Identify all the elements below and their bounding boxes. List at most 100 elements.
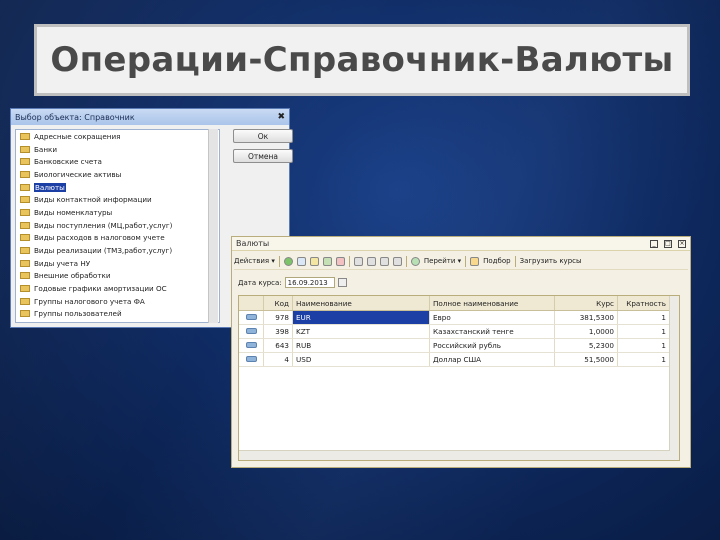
add-group-icon[interactable] [309,256,319,266]
window-titlebar: Валюты _ □ × [232,237,690,251]
column-header-multiplicity[interactable]: Кратность [617,296,670,311]
catalog-item[interactable]: Виды поступления (МЦ,работ,услуг) [16,219,219,232]
catalog-item-label: Биологические активы [34,169,122,179]
column-header-full-name[interactable]: Полное наименование [429,296,555,311]
close-icon[interactable]: × [678,239,686,248]
table-row[interactable]: 978 EUR Евро 381,5300 1 [239,310,670,325]
slide-title: Операции-Справочник-Валюты [50,40,674,80]
cell-multiplicity: 1 [617,324,670,339]
catalog-item[interactable]: Биологические активы [16,168,219,181]
cell-code: 4 [263,352,293,367]
cell-full-name: Евро [429,310,555,325]
folder-icon [20,132,30,140]
cell-rate: 5,2300 [554,338,618,353]
folder-icon [20,234,30,242]
catalog-item-selected[interactable]: Валюты [16,181,219,194]
delete-icon[interactable] [335,256,345,266]
catalog-item-label: Валюты [34,182,66,192]
row-marker-icon [239,324,264,339]
catalog-item-label: Виды контактной информации [34,195,152,205]
calendar-icon[interactable] [337,278,347,287]
cell-full-name: Российский рубль [429,338,555,353]
rate-date-field[interactable]: 16.09.2013 [284,277,335,288]
table-header: Код Наименование Полное наименование Кур… [239,296,670,311]
catalog-item-label: Банковские счета [34,157,102,167]
cell-rate: 1,0000 [554,324,618,339]
cell-multiplicity: 1 [617,352,670,367]
goto-menu[interactable]: Перейти ▾ [424,257,461,265]
cancel-button[interactable]: Отмена [233,149,293,163]
table-row[interactable]: 398 KZT Казахстанский тенге 1,0000 1 [239,324,670,339]
close-icon[interactable]: ✖ [277,112,285,122]
cell-full-name: Казахстанский тенге [429,324,555,339]
folder-icon [20,285,30,293]
column-header-name[interactable]: Наименование [292,296,430,311]
toolbar: Действия ▾ Перейти ▾ Подбор Загрузить ку… [234,253,688,270]
cell-rate: 51,5000 [554,352,618,367]
catalog-item[interactable]: Виды расходов в налоговом учете [16,232,219,245]
edit-icon[interactable] [322,256,332,266]
table-row[interactable]: 4 USD Доллар США 51,5000 1 [239,352,670,367]
folder-icon [20,310,30,318]
folder-icon [20,208,30,216]
catalog-tree: Адресные сокращения Банки Банковские сче… [15,129,220,323]
catalog-item[interactable]: Виды реализации (ТМЗ,работ,услуг) [16,244,219,257]
column-header-rate[interactable]: Курс [554,296,618,311]
catalog-item-label: Виды поступления (МЦ,работ,услуг) [34,220,173,230]
cell-code: 643 [263,338,293,353]
folder-icon [20,221,30,229]
column-header-code[interactable]: Код [263,296,293,311]
select-button[interactable]: Подбор [483,257,510,265]
slide-title-box: Операции-Справочник-Валюты [34,24,690,96]
catalog-item[interactable]: Банковские счета [16,155,219,168]
marker-column-header [239,296,264,311]
cell-full-name: Доллар США [429,352,555,367]
cell-multiplicity: 1 [617,310,670,325]
maximize-icon[interactable]: □ [664,239,672,248]
tree-scrollbar[interactable] [208,129,218,323]
catalog-item[interactable]: Банки [16,143,219,156]
folder-icon [20,297,30,305]
filter-icon[interactable] [366,256,376,266]
row-marker-icon [239,352,264,367]
rate-date-label: Дата курса: [238,278,282,287]
catalog-item-label: Адресные сокращения [34,131,121,141]
cell-code: 398 [263,324,293,339]
catalog-item[interactable]: Группы пользователей [16,308,219,321]
add-icon[interactable] [283,256,293,266]
catalog-item[interactable]: Адресные сокращения [16,130,219,143]
minimize-icon[interactable]: _ [650,239,658,248]
refresh-icon[interactable] [410,256,420,266]
catalog-item-label: Внешние обработки [34,271,111,281]
toolbar-separator [514,255,516,267]
row-marker-icon [239,310,264,325]
table-horizontal-scrollbar[interactable] [239,450,670,460]
catalog-item[interactable]: Виды контактной информации [16,193,219,206]
catalog-item[interactable]: Годовые графики амортизации ОС [16,282,219,295]
cell-name: USD [292,352,430,367]
catalog-item-label: Группы налогового учета ФА [34,296,145,306]
ok-button[interactable]: Ок [233,129,293,143]
folder-icon [20,145,30,153]
cell-multiplicity: 1 [617,338,670,353]
table-row[interactable]: 643 RUB Российский рубль 5,2300 1 [239,338,670,353]
window-controls: _ □ × [650,239,686,248]
actions-menu[interactable]: Действия ▾ [234,257,275,265]
filter-list-icon[interactable] [379,256,389,266]
copy-icon[interactable] [296,256,306,266]
clear-filter-icon[interactable] [392,256,402,266]
load-rates-button[interactable]: Загрузить курсы [520,257,582,265]
currencies-window: Валюты _ □ × Действия ▾ Перейти ▾ Подбор… [231,236,691,468]
toolbar-separator [348,255,350,267]
folder-icon [20,170,30,178]
catalog-item[interactable]: Виды номенклатуры [16,206,219,219]
catalog-item-label: Виды учета НУ [34,258,91,268]
table-vertical-scrollbar[interactable] [669,296,679,460]
catalog-item[interactable]: Внешние обработки [16,270,219,283]
currencies-table: Код Наименование Полное наименование Кур… [238,295,680,461]
catalog-item[interactable]: Виды учета НУ [16,257,219,270]
dialog-title: Выбор объекта: Справочник [15,112,135,122]
toolbar-separator [278,255,280,267]
catalog-item[interactable]: Группы налогового учета ФА [16,295,219,308]
set-filter-icon[interactable] [353,256,363,266]
